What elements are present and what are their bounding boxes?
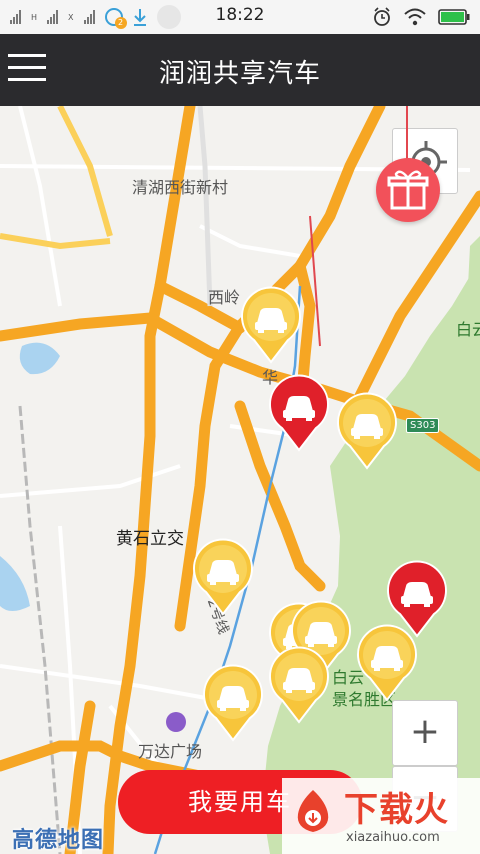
map-label: 黄石立交 — [116, 529, 184, 549]
status-right-icons — [372, 6, 470, 28]
map-label: 清湖西街新村 — [132, 178, 229, 197]
zoom-in-button[interactable]: + — [392, 700, 458, 766]
map-label: 白云 — [456, 320, 480, 339]
map-view[interactable]: 清湖西街新村 西岭 华 道 黄石立交 2号线 白云 白云 景名胜区 万达广场 S… — [0, 106, 480, 854]
map-label: 西岭 — [208, 288, 241, 307]
watermark-url: xiazaihuo.com — [346, 830, 440, 845]
page-title: 润润共享汽车 — [158, 59, 321, 89]
gift-button[interactable] — [376, 158, 440, 222]
car-pin-selected[interactable] — [386, 560, 448, 638]
battery-icon — [438, 9, 470, 25]
watermark: 下载火 xiazaihuo.com — [282, 778, 480, 854]
car-pin[interactable] — [192, 538, 254, 616]
app-screen: H X 2 18:22 润润共享汽车 清湖西街新村 西岭 华 黄石立交 2号线 … — [0, 0, 480, 854]
road-badge: S303 — [406, 418, 440, 433]
car-pin[interactable] — [240, 286, 302, 364]
map-label: 万达广场 — [138, 742, 203, 761]
car-pin[interactable] — [336, 392, 398, 470]
status-bar: H X 2 18:22 — [0, 0, 480, 34]
car-pin[interactable] — [268, 646, 330, 724]
gift-string — [406, 106, 408, 160]
wifi-icon — [404, 8, 426, 26]
car-pin[interactable] — [202, 664, 264, 742]
car-pin-selected[interactable] — [268, 374, 330, 452]
map-provider-logo: 高德地图 — [12, 828, 105, 853]
shopping-icon — [166, 712, 186, 732]
gift-icon — [387, 170, 429, 210]
watermark-title: 下载火 — [344, 790, 449, 830]
watermark-logo-icon — [297, 790, 329, 832]
app-header: 润润共享汽车 — [0, 34, 480, 106]
alarm-clock-icon — [374, 7, 390, 26]
